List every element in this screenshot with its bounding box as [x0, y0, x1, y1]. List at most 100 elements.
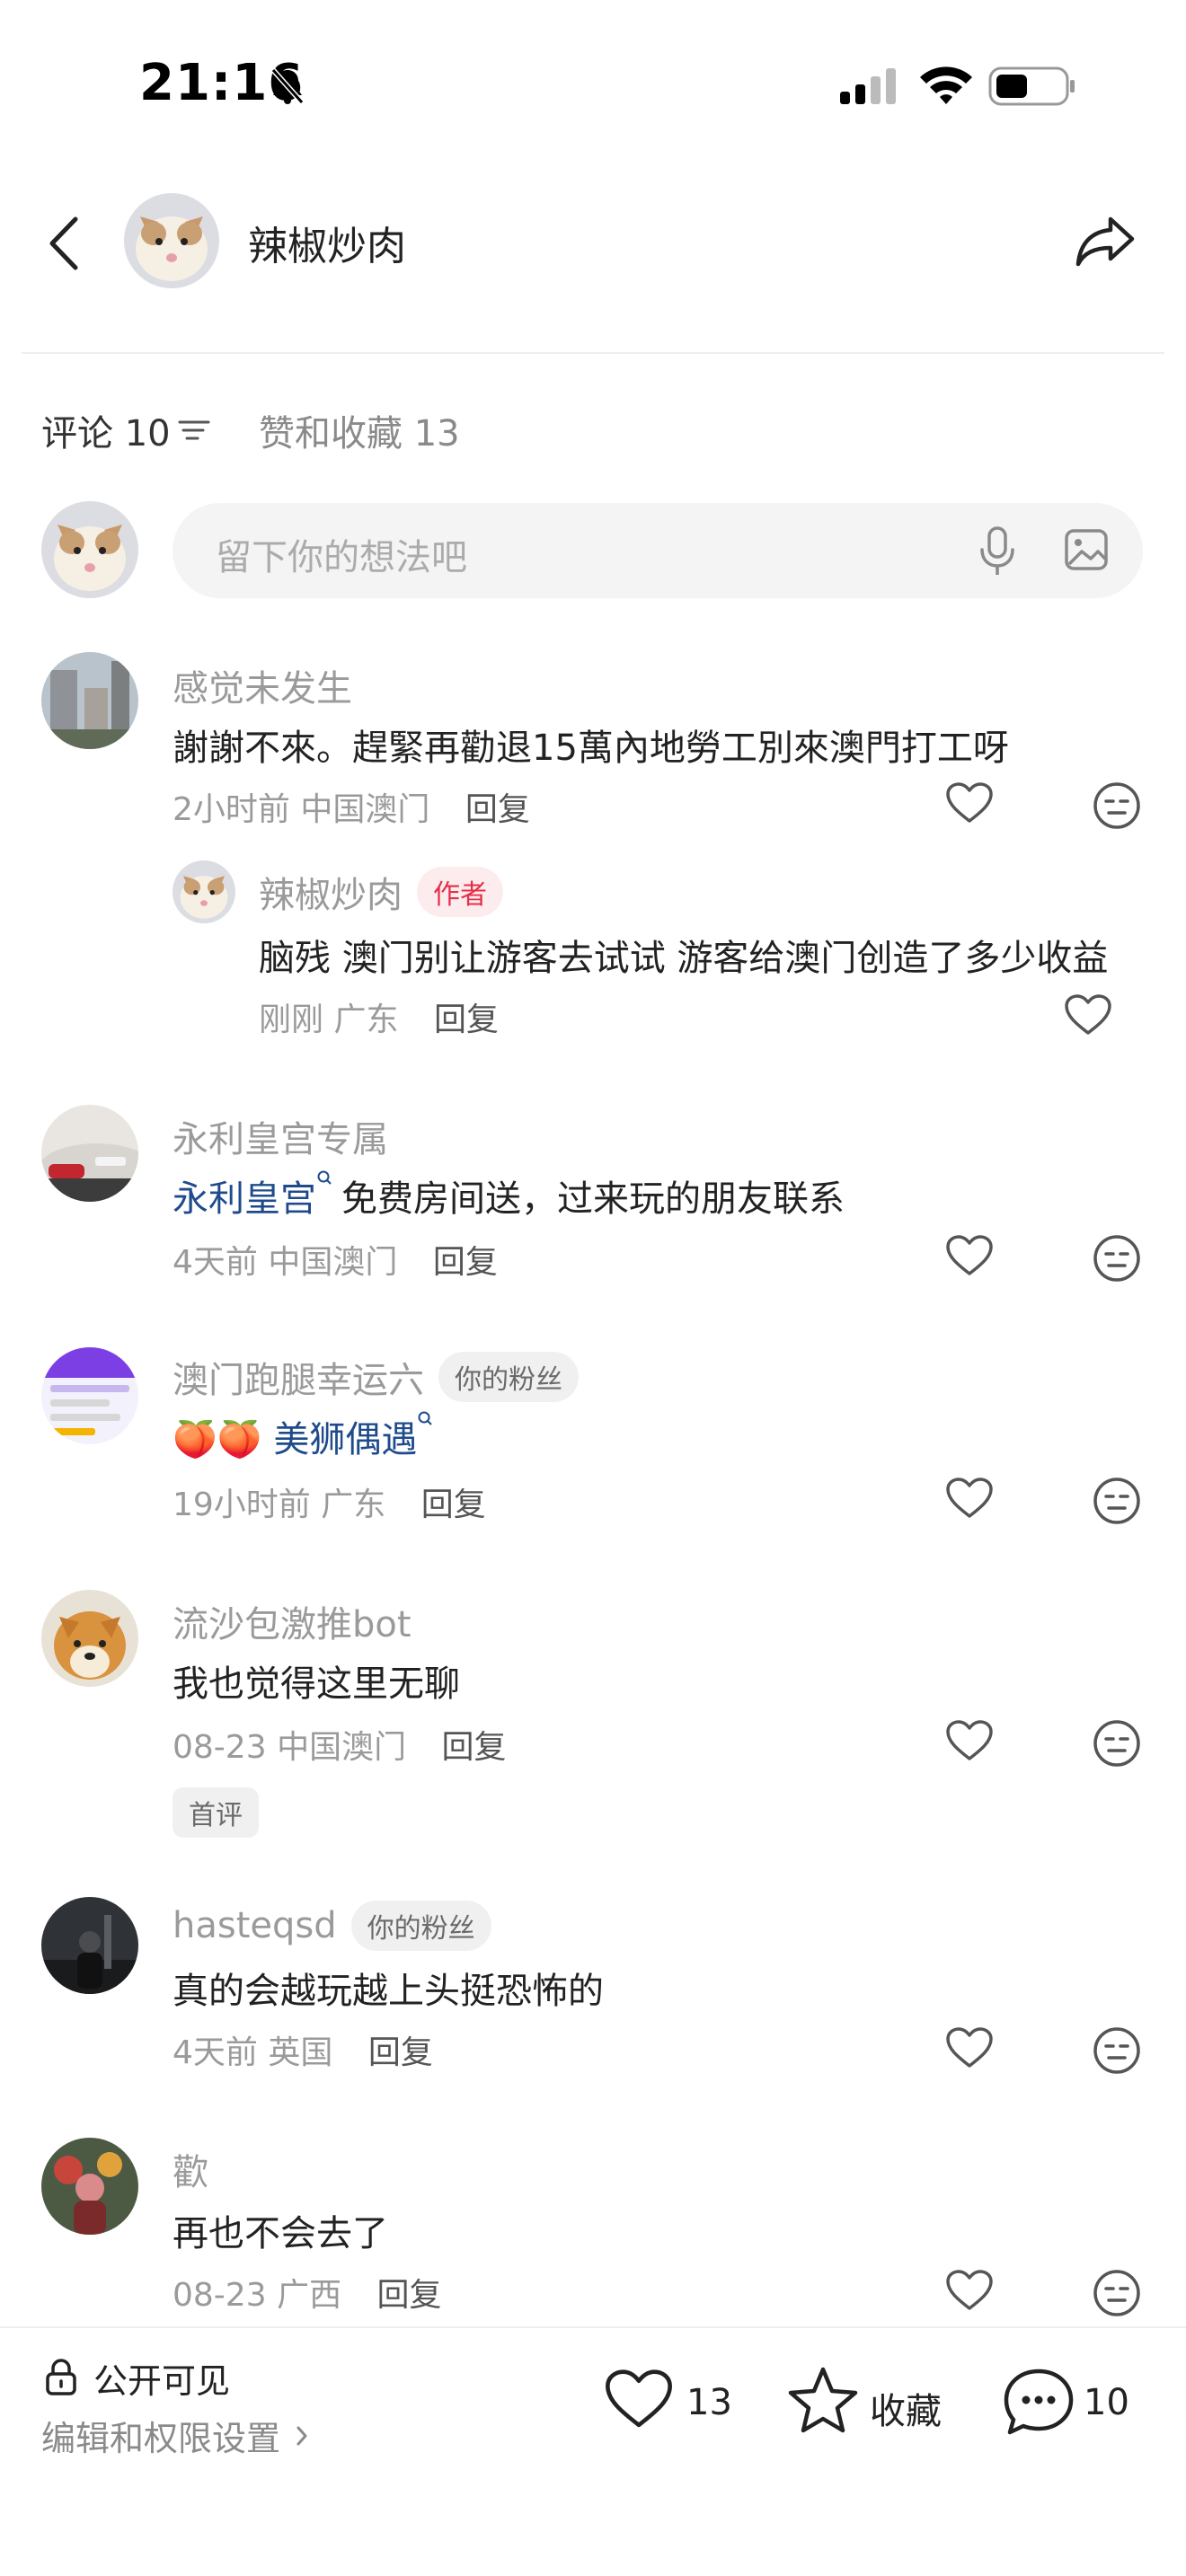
wifi-icon — [920, 66, 972, 104]
like-icon[interactable] — [945, 1719, 994, 1762]
like-post-icon[interactable] — [604, 2368, 674, 2430]
comment-location: 广东 — [321, 1486, 386, 1523]
like-icon[interactable] — [945, 781, 994, 825]
dislike-face-icon[interactable] — [1093, 1719, 1141, 1768]
comment-location: 中国澳门 — [277, 1729, 407, 1766]
first-comment-tag: 首评 — [173, 1787, 259, 1838]
commenter-avatar[interactable] — [41, 1897, 138, 1994]
comment-meta: 19小时前 广东 回复 — [173, 1478, 486, 1525]
reply-button[interactable]: 回复 — [377, 2277, 442, 2314]
back-icon[interactable] — [47, 216, 83, 271]
comment-time: 08-23 — [173, 1729, 267, 1766]
topic-link[interactable]: 永利皇宫 — [173, 1178, 316, 1220]
comment-meta: 4天前 英国 回复 — [173, 2026, 433, 2073]
topic-link[interactable]: 美狮偶遇 — [273, 1419, 417, 1460]
image-icon[interactable] — [1064, 528, 1109, 571]
star-favorite-icon[interactable] — [787, 2366, 859, 2434]
lock-icon — [46, 2359, 76, 2395]
favorite-label[interactable]: 收藏 — [870, 2382, 942, 2434]
tab-comments[interactable]: 评论 10 — [41, 404, 210, 456]
dislike-face-icon[interactable] — [1093, 2269, 1141, 2317]
comment-text-body: 免费房间送，过来玩的朋友联系 — [341, 1178, 845, 1220]
author-avatar[interactable] — [124, 193, 219, 288]
comment-meta: 4天前 中国澳门 回复 — [173, 1236, 498, 1283]
comment-meta: 08-23 广西 回复 — [173, 2269, 442, 2316]
comment-location: 广西 — [277, 2277, 342, 2314]
reply-author-avatar[interactable] — [173, 860, 235, 923]
comment-text[interactable]: 真的会越玩越上头挺恐怖的 — [173, 1962, 604, 2014]
commenter-name-label: 澳门跑腿幸运六 — [173, 1360, 424, 1401]
commenter-avatar[interactable] — [41, 1590, 138, 1687]
reply-button[interactable]: 回复 — [465, 791, 530, 828]
search-icon — [317, 1170, 332, 1185]
comment-bubble-icon[interactable] — [1003, 2368, 1075, 2436]
commenter-name-label: hasteqsd — [173, 1905, 337, 1946]
bottom-divider — [0, 2326, 1186, 2328]
battery-icon — [988, 66, 1075, 106]
comment-location: 中国澳门 — [300, 791, 430, 828]
commenter-avatar[interactable] — [41, 1105, 138, 1202]
dislike-face-icon[interactable] — [1093, 1234, 1141, 1283]
signal-icon — [840, 68, 896, 104]
reply-text[interactable]: 脑残 澳门别让游客去试试 游客给澳门创造了多少收益 — [259, 929, 1108, 981]
mic-icon[interactable] — [978, 526, 1017, 577]
visibility-label: 公开可见 — [93, 2361, 231, 2401]
chevron-right-icon — [296, 2426, 307, 2445]
share-icon[interactable] — [1075, 214, 1136, 268]
fan-badge: 你的粉丝 — [350, 1901, 491, 1951]
commenter-avatar[interactable] — [41, 1347, 138, 1444]
commenter-name[interactable]: 感觉未发生 — [173, 659, 352, 711]
permission-settings-label: 编辑和权限设置 — [41, 2419, 281, 2458]
reply-button[interactable]: 回复 — [368, 2034, 433, 2071]
comment-location: 英国 — [268, 2034, 333, 2071]
reply-button[interactable]: 回复 — [442, 1729, 507, 1766]
tab-likes-favorites[interactable]: 赞和收藏 13 — [259, 404, 460, 456]
header-title: 辣椒炒肉 — [248, 224, 406, 269]
reply-author-label: 辣椒炒肉 — [259, 875, 403, 916]
comment-location: 中国澳门 — [268, 1244, 398, 1281]
bell-slash-icon — [270, 68, 305, 104]
dislike-face-icon[interactable] — [1093, 781, 1141, 830]
like-count: 13 — [686, 2382, 732, 2423]
reply-button[interactable]: 回复 — [434, 1001, 499, 1038]
commenter-name[interactable]: 永利皇宫专属 — [173, 1110, 388, 1162]
dislike-face-icon[interactable] — [1093, 1477, 1141, 1525]
commenter-name[interactable]: 流沙包激推bot — [173, 1595, 412, 1647]
comment-time: 19小时前 — [173, 1486, 311, 1523]
reply-author-name[interactable]: 辣椒炒肉 作者 — [259, 866, 503, 918]
reply-button[interactable]: 回复 — [433, 1244, 498, 1281]
comment-text[interactable]: 謝謝不來。趕緊再勸退15萬內地勞工別來澳門打工呀 — [173, 719, 1009, 771]
comment-text[interactable]: 再也不会去了 — [173, 2204, 388, 2256]
commenter-avatar[interactable] — [41, 2138, 138, 2235]
sort-icon[interactable] — [178, 417, 210, 444]
my-avatar — [41, 501, 138, 598]
comment-text[interactable]: 永利皇宫 免费房间送，过来玩的朋友联系 — [173, 1169, 845, 1222]
header-divider — [22, 352, 1164, 354]
comment-time: 4天前 — [173, 2034, 258, 2071]
comment-meta: 2小时前 中国澳门 回复 — [173, 783, 530, 830]
like-icon[interactable] — [945, 2269, 994, 2312]
reply-button[interactable]: 回复 — [421, 1486, 486, 1523]
like-icon[interactable] — [1064, 993, 1112, 1037]
permission-settings-link[interactable]: 编辑和权限设置 — [41, 2411, 313, 2460]
commenter-name[interactable]: 歡 — [173, 2143, 208, 2195]
comment-time: 4天前 — [173, 1244, 258, 1281]
commenter-avatar[interactable] — [41, 652, 138, 749]
like-icon[interactable] — [945, 1234, 994, 1277]
reply-location: 广东 — [333, 1001, 399, 1038]
comment-text[interactable]: 我也觉得这里无聊 — [173, 1654, 460, 1707]
like-icon[interactable] — [945, 2026, 994, 2069]
like-icon[interactable] — [945, 1477, 994, 1520]
reply-meta: 刚刚 广东 回复 — [259, 993, 499, 1040]
commenter-name[interactable]: 澳门跑腿幸运六 你的粉丝 — [173, 1351, 579, 1403]
author-badge: 作者 — [417, 867, 503, 917]
comment-meta: 08-23 中国澳门 回复 — [173, 1721, 507, 1768]
fan-badge: 你的粉丝 — [438, 1352, 579, 1402]
status-bar: 21:16 — [0, 0, 1186, 171]
tab-comments-label: 评论 10 — [41, 413, 171, 454]
comment-text[interactable]: 🍑🍑 美狮偶遇 — [173, 1410, 433, 1462]
dislike-face-icon[interactable] — [1093, 2026, 1141, 2075]
comment-time: 08-23 — [173, 2277, 267, 2314]
search-icon — [418, 1411, 433, 1425]
commenter-name[interactable]: hasteqsd 你的粉丝 — [173, 1901, 491, 1951]
